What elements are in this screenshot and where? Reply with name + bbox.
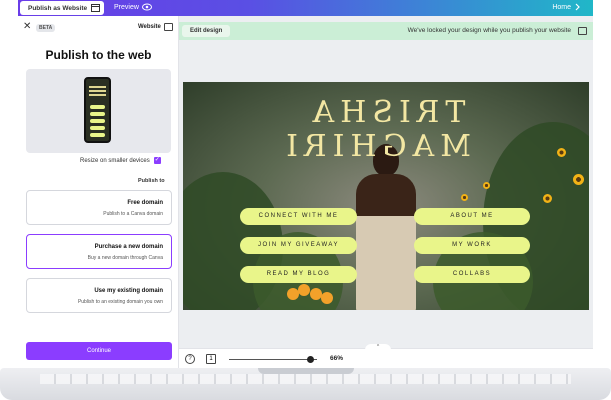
close-icon[interactable]: ✕ [23, 21, 31, 32]
phone-button [90, 126, 105, 130]
publish-to-heading: Publish to [138, 178, 165, 184]
panel-header-label: Website [138, 24, 161, 30]
phone-title-graphic [89, 84, 106, 96]
option-purchase-domain[interactable]: Purchase a new domain Buy a new domain t… [26, 234, 172, 269]
website-icon [164, 23, 173, 31]
zoom-slider-handle[interactable] [307, 356, 314, 363]
app-root: Publish as Website Preview Home ✕ BETA W… [0, 0, 611, 400]
publish-panel: ✕ BETA Website Publish to the web Resize… [18, 16, 179, 368]
locked-notice-text: We've locked your design while you publi… [407, 27, 571, 34]
chevron-up-icon[interactable]: ^ [365, 344, 391, 350]
orange-bowl [283, 284, 335, 306]
option-existing-domain[interactable]: Use my existing domain Publish to an exi… [26, 278, 172, 313]
sunflower [483, 182, 490, 189]
model-body [356, 174, 416, 310]
option-free-domain[interactable]: Free domain Publish to a Canva domain [26, 190, 172, 225]
option-title: Use my existing domain [94, 288, 163, 294]
website-icon [91, 4, 101, 12]
eye-icon [141, 3, 152, 11]
resize-option[interactable]: Resize on smaller devices ✓ [80, 157, 161, 164]
page-count-button[interactable]: 1 [206, 354, 216, 364]
sunflower [557, 148, 566, 157]
option-subtitle: Publish to a Canva domain [103, 211, 163, 217]
my-work-button[interactable]: MY WORK [414, 237, 530, 254]
design-title: TRISHA MAGHIRI [280, 95, 471, 164]
sunflower [543, 194, 552, 203]
option-subtitle: Buy a new domain through Canva [87, 255, 163, 261]
phone-button [90, 112, 105, 116]
phone-button [90, 119, 105, 123]
about-me-button[interactable]: ABOUT ME [414, 208, 530, 225]
chevron-right-icon [575, 3, 580, 11]
panel-title: Publish to the web [45, 48, 152, 62]
read-my-blog-button[interactable]: READ MY BLOG [240, 266, 357, 283]
zoom-slider[interactable] [229, 359, 317, 360]
option-title: Free domain [127, 200, 163, 206]
option-subtitle: Publish to an existing domain you own [77, 299, 163, 305]
website-design-preview: TRISHA MAGHIRI CONNECT WITH ME ABOUT ME … [183, 82, 589, 310]
panel-header: ✕ BETA Website [18, 21, 179, 34]
collabs-button[interactable]: COLLABS [414, 266, 530, 283]
sunflower [461, 194, 468, 201]
canvas-area: Edit design We've locked your design whi… [179, 16, 593, 368]
laptop-notch [258, 368, 354, 374]
resize-checkbox[interactable]: ✓ [153, 157, 161, 164]
edit-design-button[interactable]: Edit design [182, 25, 231, 37]
sunflower [573, 174, 584, 185]
help-icon[interactable]: ? [185, 354, 195, 364]
zoom-level[interactable]: 66% [330, 355, 343, 362]
phone-button [90, 133, 105, 137]
preview-button[interactable]: Preview [114, 3, 152, 11]
website-icon [578, 27, 587, 35]
home-button[interactable]: Home [552, 3, 581, 11]
beta-badge: BETA [36, 24, 56, 32]
preview-label: Preview [114, 3, 139, 11]
phone-button [90, 105, 105, 109]
option-title: Purchase a new domain [94, 244, 163, 250]
top-bar: Publish as Website Preview Home [18, 0, 593, 16]
locked-notice-bar: Edit design We've locked your design whi… [179, 22, 593, 40]
home-label: Home [552, 3, 571, 11]
laptop-screen: Publish as Website Preview Home ✕ BETA W… [18, 0, 593, 368]
join-my-giveaway-button[interactable]: JOIN MY GIVEAWAY [240, 237, 357, 254]
connect-with-me-button[interactable]: CONNECT WITH ME [240, 208, 357, 225]
continue-button[interactable]: Continue [26, 342, 172, 360]
publish-as-website-button[interactable]: Publish as Website [20, 1, 104, 15]
resize-label: Resize on smaller devices [80, 157, 150, 164]
publish-as-website-label: Publish as Website [28, 4, 88, 12]
laptop-keyboard [40, 374, 571, 384]
orange [298, 284, 310, 296]
phone-mockup [84, 77, 111, 143]
bottom-toolbar: ^ ? 1 66% [179, 344, 593, 368]
model-photo [346, 140, 426, 310]
mobile-preview [26, 69, 171, 153]
orange [321, 292, 333, 304]
